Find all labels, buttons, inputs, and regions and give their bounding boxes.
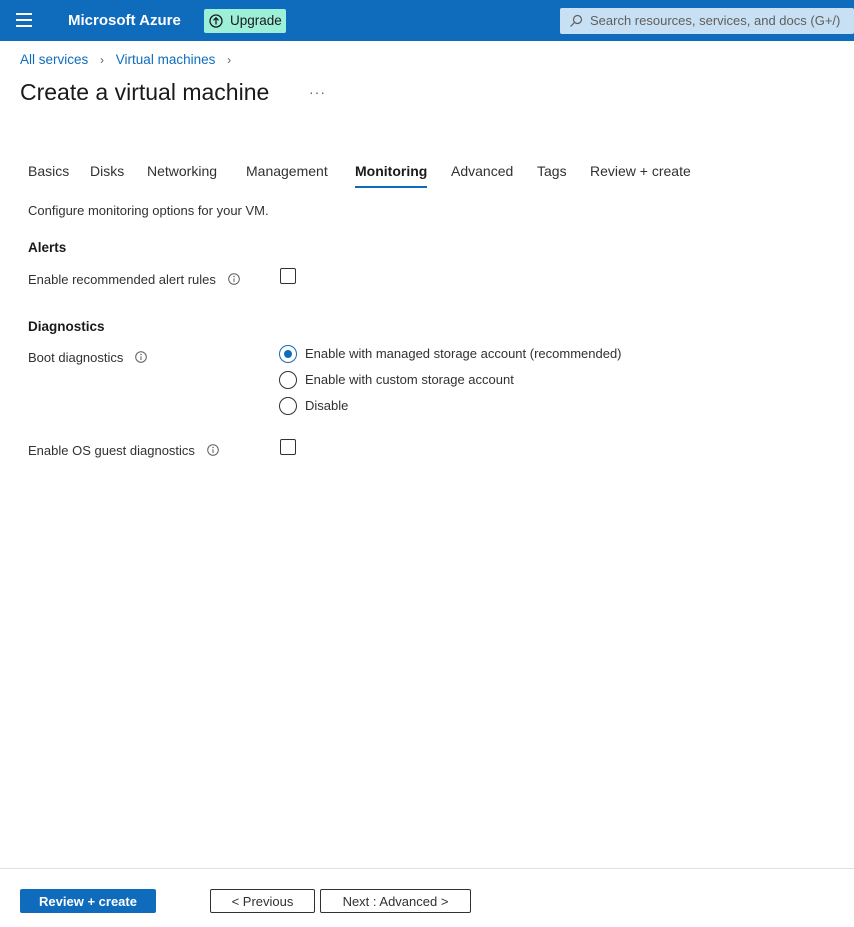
tab-management[interactable]: Management [246, 163, 328, 188]
upgrade-arrow-icon [209, 14, 223, 28]
boot-diagnostics-label: Boot diagnostics [28, 350, 124, 365]
upgrade-label: Upgrade [230, 13, 282, 28]
breadcrumb: All services › Virtual machines › [20, 52, 239, 67]
info-icon[interactable] [206, 444, 219, 456]
search-placeholder: Search resources, services, and docs (G+… [590, 13, 841, 28]
os-guest-label-row: Enable OS guest diagnostics [28, 443, 219, 458]
page-title: Create a virtual machine [20, 79, 270, 105]
next-advanced-button[interactable]: Next : Advanced > [320, 889, 471, 913]
radio-label: Enable with custom storage account [305, 372, 514, 387]
tab-tags[interactable]: Tags [537, 163, 567, 188]
os-guest-label: Enable OS guest diagnostics [28, 443, 195, 458]
tab-basics[interactable]: Basics [28, 163, 69, 188]
alert-rules-checkbox[interactable] [280, 268, 296, 284]
search-input[interactable]: Search resources, services, and docs (G+… [560, 8, 854, 34]
search-icon [570, 14, 583, 27]
radio-label: Disable [305, 398, 349, 413]
hamburger-menu-icon[interactable] [16, 13, 32, 27]
info-icon[interactable] [227, 273, 240, 285]
alerts-heading: Alerts [28, 240, 67, 255]
monitoring-description: Configure monitoring options for your VM… [28, 203, 269, 218]
brand-title[interactable]: Microsoft Azure [68, 12, 181, 29]
tab-advanced[interactable]: Advanced [451, 163, 513, 188]
breadcrumb-virtual-machines[interactable]: Virtual machines [116, 52, 216, 67]
tab-networking[interactable]: Networking [147, 163, 217, 188]
upgrade-button[interactable]: Upgrade [204, 9, 286, 33]
tab-disks[interactable]: Disks [90, 163, 124, 188]
radio-button-selected[interactable] [279, 345, 297, 363]
info-icon[interactable] [135, 351, 147, 363]
tab-monitoring[interactable]: Monitoring [355, 163, 428, 188]
chevron-right-icon: › [100, 53, 105, 67]
alert-rules-label-row: Enable recommended alert rules [28, 272, 240, 287]
breadcrumb-all-services[interactable]: All services [20, 52, 88, 67]
radio-label: Enable with managed storage account (rec… [305, 346, 622, 361]
alert-rules-label: Enable recommended alert rules [28, 272, 216, 287]
more-options-button[interactable]: ··· [309, 84, 326, 100]
footer-divider [0, 868, 854, 869]
boot-diagnostics-label-row: Boot diagnostics [28, 350, 147, 365]
top-bar: Microsoft Azure Upgrade Search resources… [0, 0, 854, 41]
os-guest-checkbox[interactable] [280, 439, 296, 455]
tab-review-create[interactable]: Review + create [590, 163, 691, 188]
radio-button[interactable] [279, 397, 297, 415]
radio-button[interactable] [279, 371, 297, 389]
diagnostics-heading: Diagnostics [28, 319, 105, 334]
review-create-button[interactable]: Review + create [20, 889, 156, 913]
previous-button[interactable]: < Previous [210, 889, 315, 913]
chevron-right-icon: › [227, 53, 232, 67]
